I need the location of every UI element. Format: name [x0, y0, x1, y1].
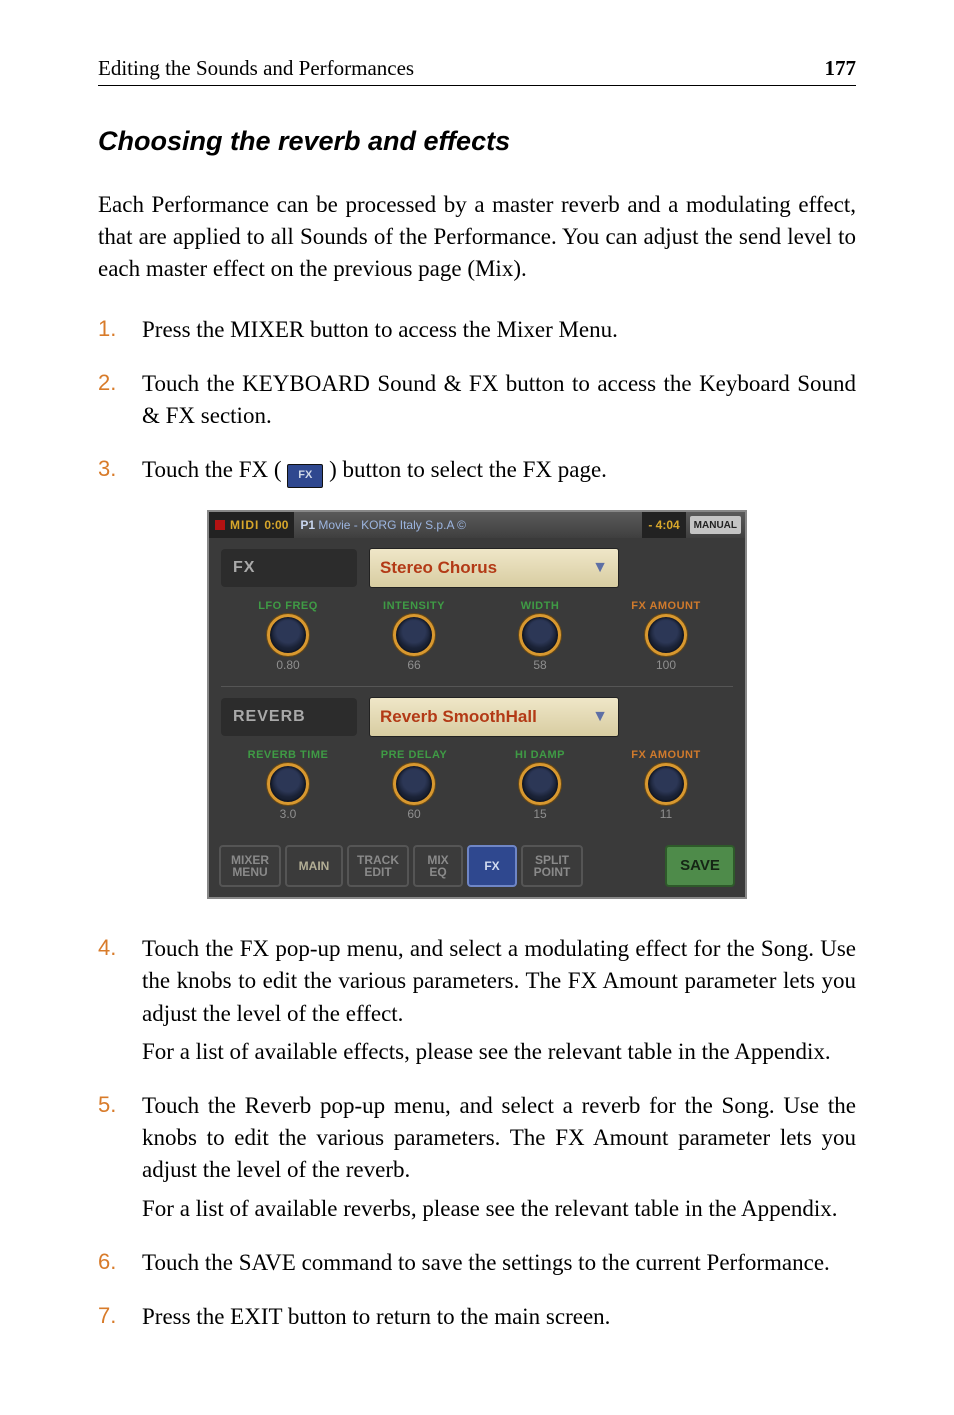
step-4: Touch the FX pop-up menu, and select a m…: [98, 933, 856, 1068]
fx-param-value: 0.80: [225, 658, 351, 672]
reverb-param-value: 15: [477, 807, 603, 821]
section-divider: [221, 686, 733, 687]
reverb-params-row: REVERB TIME 3.0 PRE DELAY 60 HI DAMP 15: [221, 745, 733, 831]
fx-param-label: LFO FREQ: [225, 600, 351, 612]
tab-spacer: [587, 845, 661, 887]
fx-icon-inline: FX: [287, 455, 323, 488]
fx-param-label: FX AMOUNT: [603, 600, 729, 612]
reverb-fx-amount-knob[interactable]: [645, 763, 687, 805]
fx-param-label: WIDTH: [477, 600, 603, 612]
width-knob[interactable]: [519, 614, 561, 656]
reverb-param-label: REVERB TIME: [225, 749, 351, 761]
step-7: Press the EXIT button to return to the m…: [98, 1301, 856, 1333]
fx-params-row: LFO FREQ 0.80 INTENSITY 66 WIDTH 58: [221, 596, 733, 682]
fx-dropdown-value: Stereo Chorus: [380, 558, 497, 578]
section-title: Choosing the reverb and effects: [98, 126, 856, 157]
reverb-time-knob[interactable]: [267, 763, 309, 805]
manual-badge: MANUAL: [690, 516, 741, 534]
intro-paragraph: Each Performance can be processed by a m…: [98, 189, 856, 286]
fx-param-value: 100: [603, 658, 729, 672]
bottom-tab-bar: MIXER MENU MAIN TRACK EDIT MIX EQ FX SPL…: [209, 839, 745, 897]
performance-name: P1 Movie - KORG Italy S.p.A ©: [294, 518, 642, 532]
step-3: Touch the FX ( FX ) button to select the…: [98, 454, 856, 488]
reverb-dropdown[interactable]: Reverb SmoothHall ▼: [369, 697, 619, 737]
time-left: 0:00: [264, 518, 288, 532]
hi-damp-knob[interactable]: [519, 763, 561, 805]
page-number: 177: [825, 56, 857, 81]
reverb-param-value: 11: [603, 807, 729, 821]
screen-titlebar: MIDI 0:00 P1 Movie - KORG Italy S.p.A © …: [209, 512, 745, 538]
reverb-param-value: 60: [351, 807, 477, 821]
step-5: Touch the Reverb pop-up menu, and select…: [98, 1090, 856, 1225]
step-1: Press the MIXER button to access the Mix…: [98, 314, 856, 346]
tab-mix-eq[interactable]: MIX EQ: [413, 845, 463, 887]
fx-param-value: 66: [351, 658, 477, 672]
chevron-down-icon: ▼: [592, 559, 608, 577]
lfo-freq-knob[interactable]: [267, 614, 309, 656]
tab-mixer-menu[interactable]: MIXER MENU: [219, 845, 281, 887]
intensity-knob[interactable]: [393, 614, 435, 656]
tab-track-edit[interactable]: TRACK EDIT: [347, 845, 409, 887]
fx-section-label: FX: [221, 549, 357, 587]
pre-delay-knob[interactable]: [393, 763, 435, 805]
reverb-section-label: REVERB: [221, 698, 357, 736]
chevron-down-icon: ▼: [592, 708, 608, 726]
save-button[interactable]: SAVE: [665, 845, 735, 887]
record-indicator-icon: [215, 520, 225, 530]
reverb-param-label: HI DAMP: [477, 749, 603, 761]
reverb-param-label: PRE DELAY: [351, 749, 477, 761]
tab-fx[interactable]: FX: [467, 845, 517, 887]
time-right: - 4:04: [642, 512, 685, 538]
step-6: Touch the SAVE command to save the setti…: [98, 1247, 856, 1279]
step-2: Touch the KEYBOARD Sound & FX button to …: [98, 368, 856, 432]
fx-dropdown[interactable]: Stereo Chorus ▼: [369, 548, 619, 588]
reverb-param-value: 3.0: [225, 807, 351, 821]
running-header: Editing the Sounds and Performances: [98, 56, 414, 81]
tab-split-point[interactable]: SPLIT POINT: [521, 845, 583, 887]
fx-param-label: INTENSITY: [351, 600, 477, 612]
fx-amount-knob[interactable]: [645, 614, 687, 656]
tab-main[interactable]: MAIN: [285, 845, 343, 887]
reverb-param-label: FX AMOUNT: [603, 749, 729, 761]
midi-label: MIDI: [230, 518, 259, 532]
fx-param-value: 58: [477, 658, 603, 672]
reverb-dropdown-value: Reverb SmoothHall: [380, 707, 537, 727]
fx-page-screenshot: MIDI 0:00 P1 Movie - KORG Italy S.p.A © …: [207, 510, 747, 899]
header-rule: [98, 85, 856, 86]
